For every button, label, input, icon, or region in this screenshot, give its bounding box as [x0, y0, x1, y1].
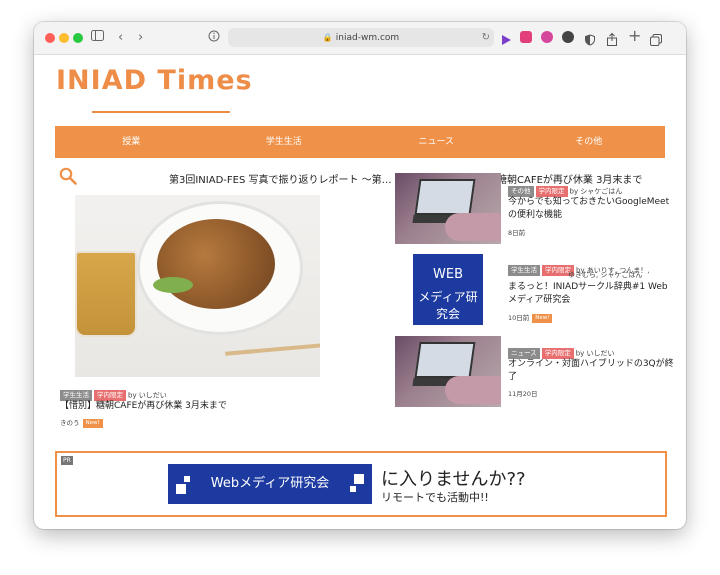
title-line: 了: [508, 372, 518, 382]
site-logo[interactable]: INIAD Times: [56, 65, 253, 96]
nav-item-student-life[interactable]: 学生生活: [208, 126, 361, 158]
logo-text: メディア研究会: [418, 290, 478, 321]
nav-item-classes[interactable]: 授業: [55, 126, 208, 158]
laptop-screen-graphic: [414, 342, 476, 378]
new-badge: New!: [82, 418, 103, 428]
author: by いしだい: [128, 391, 167, 400]
reload-icon[interactable]: ↻: [482, 28, 490, 47]
minimize-window-button[interactable]: [59, 33, 69, 43]
title-line: 今からでも知っておきたいGoogleMeet: [508, 197, 670, 207]
search-icon[interactable]: [59, 167, 77, 189]
laptop-screen-graphic: [414, 179, 476, 215]
new-badge: New!: [532, 313, 553, 323]
address-bar[interactable]: 🔒 iniad-wm.com ↻: [228, 28, 494, 47]
corner-bracket-icon: [350, 474, 364, 492]
close-window-button[interactable]: [45, 33, 55, 43]
pr-logo-text: Webメディア研究会: [210, 476, 330, 491]
main-nav: 授業 学生生活 ニュース その他: [55, 126, 665, 158]
tab-overview-icon[interactable]: [650, 31, 662, 46]
forward-icon[interactable]: ›: [138, 29, 143, 47]
pr-subline: リモートでも活動中!!: [381, 491, 489, 504]
pr-banner[interactable]: PR Webメディア研究会 に入りませんか?? リモートでも活動中!!: [55, 451, 667, 517]
extension-shield-icon[interactable]: [584, 31, 596, 46]
zoom-window-button[interactable]: [73, 33, 83, 43]
chopsticks-graphic: [225, 342, 320, 356]
nav-item-news[interactable]: ニュース: [360, 126, 513, 158]
date: きのう: [60, 419, 80, 427]
pr-label: PR: [61, 456, 73, 465]
author: by いしだい: [575, 349, 615, 358]
title-line: オンライン・対面ハイブリッドの3Qが終: [508, 359, 674, 369]
extension-ball-icon[interactable]: [562, 31, 574, 43]
ticker-item[interactable]: 第3回INIAD-FES 写真で振り返りレポート 〜第…: [169, 171, 392, 186]
title-line: まるっと！INIADサークル辞典#1 Web: [508, 282, 668, 292]
article-title[interactable]: まるっと！INIADサークル辞典#1 Web メディア研究会: [508, 281, 668, 307]
pr-logo-box: Webメディア研究会: [168, 464, 372, 504]
date: 10日前: [508, 314, 530, 322]
arm-graphic: [445, 213, 501, 241]
featured-date-row: きのう New!: [60, 417, 103, 428]
article-title[interactable]: 今からでも知っておきたいGoogleMeet の便利な機能: [508, 196, 669, 222]
featured-article-image[interactable]: [75, 195, 320, 377]
title-line: メディア研究会: [508, 295, 571, 305]
article-thumbnail[interactable]: [395, 336, 501, 407]
browser-toolbar: ‹ › 🔒 iniad-wm.com ↻ +: [34, 22, 686, 55]
date: 8日前: [508, 229, 526, 237]
title-line: の便利な機能: [508, 210, 563, 220]
cup-graphic: [75, 251, 137, 337]
browser-window: ‹ › 🔒 iniad-wm.com ↻ + INIAD Times 授業 学生…: [34, 22, 686, 529]
featured-title[interactable]: 【惜別】糖朝CAFEが再び休業 3月末まで: [60, 400, 227, 413]
back-icon[interactable]: ‹: [118, 29, 123, 47]
article-thumbnail[interactable]: WEB メディア研究会: [395, 254, 501, 325]
author-continued: ゆきむら, シャケごはん: [568, 271, 643, 279]
corner-bracket-icon: [176, 476, 190, 494]
pr-headline: に入りませんか??: [381, 469, 526, 490]
date-row: 10日前 New!: [508, 312, 553, 323]
greens-graphic: [153, 277, 193, 293]
logo-underline: [92, 111, 230, 113]
food-graphic: [157, 219, 275, 309]
new-tab-icon[interactable]: +: [628, 27, 641, 45]
author: by シャケごはん: [569, 187, 623, 196]
share-icon[interactable]: [606, 31, 618, 46]
extension-p-icon[interactable]: [541, 31, 553, 43]
article-thumbnail[interactable]: [395, 173, 501, 244]
sidebar-icon[interactable]: [91, 29, 104, 47]
category-tag[interactable]: 学生生活: [508, 265, 540, 276]
date: 11月20日: [508, 390, 538, 398]
article-title[interactable]: オンライン・対面ハイブリッドの3Qが終了: [508, 358, 674, 384]
lock-icon: 🔒: [322, 33, 333, 42]
extension-play-icon[interactable]: [500, 31, 512, 45]
nav-item-other[interactable]: その他: [513, 126, 666, 158]
logo-text: WEB: [433, 267, 463, 282]
web-page: INIAD Times 授業 学生生活 ニュース その他 第3回INIAD-FE…: [34, 55, 686, 529]
extension-camera-icon[interactable]: [520, 31, 532, 43]
privacy-report-icon[interactable]: [208, 30, 220, 48]
arm-graphic: [445, 376, 501, 404]
web-media-logo: WEB メディア研究会: [413, 254, 483, 325]
url-text: iniad-wm.com: [335, 33, 400, 43]
